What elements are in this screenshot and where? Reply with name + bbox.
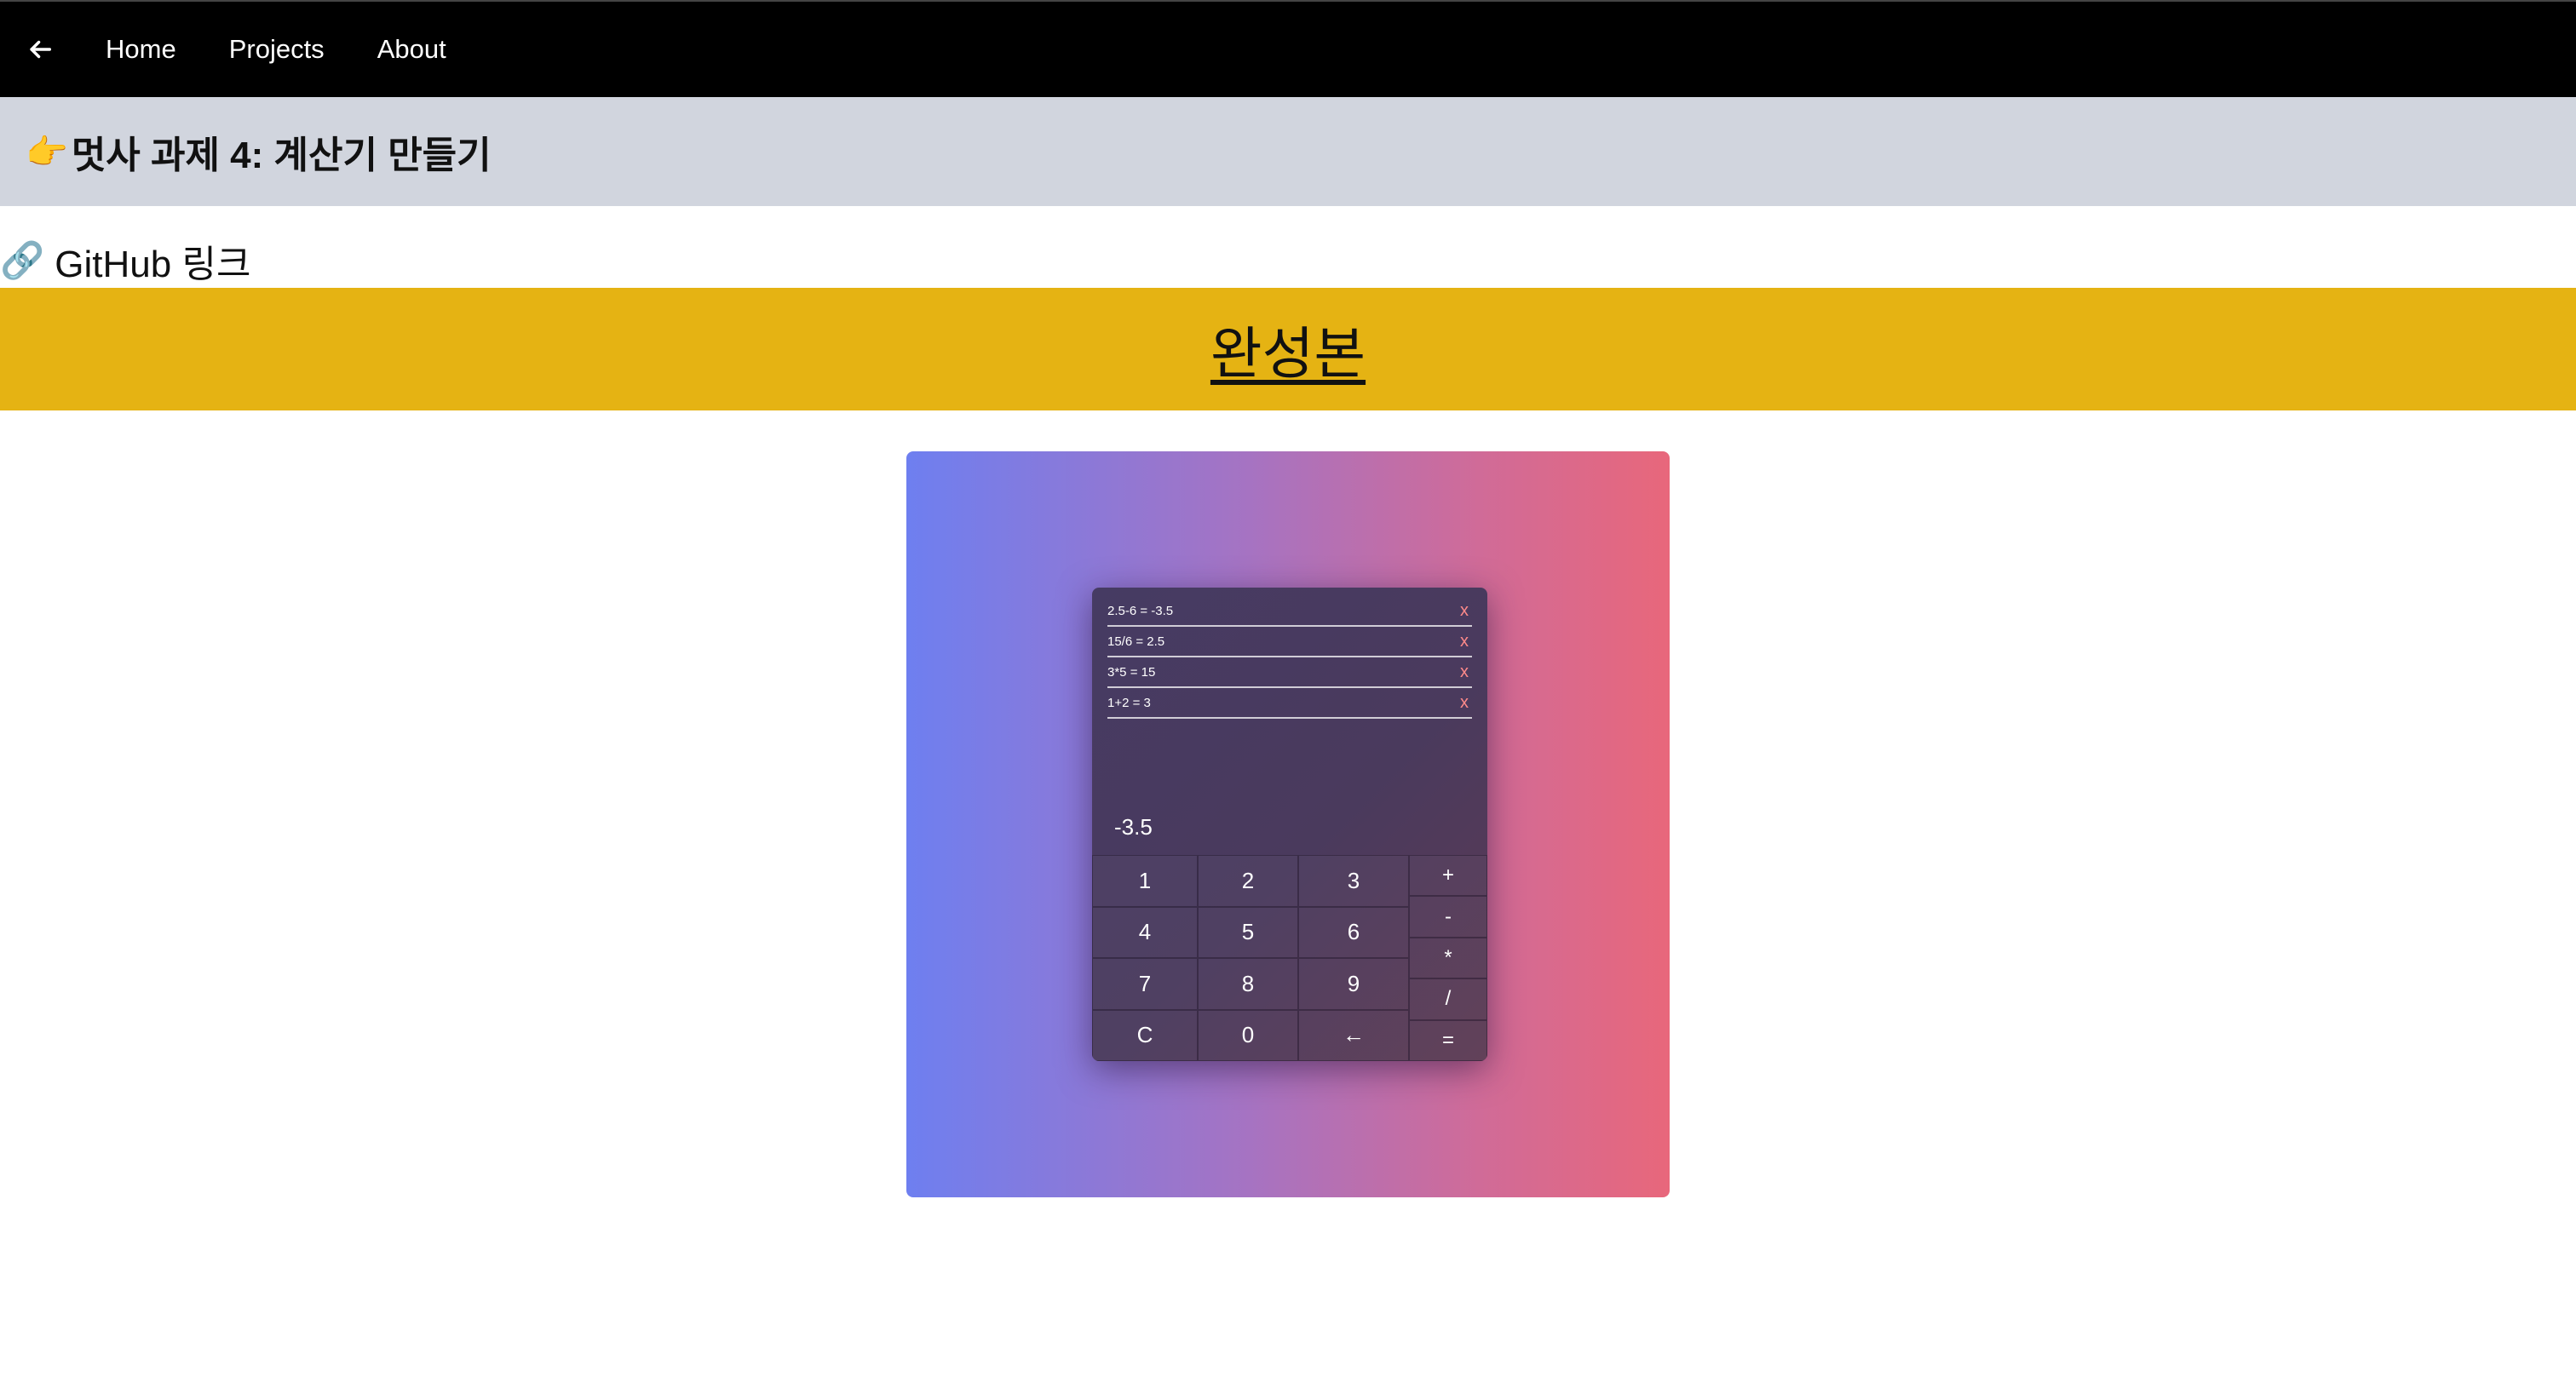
history-expression: 2.5-6 = -3.5 bbox=[1107, 603, 1174, 618]
delete-history-button[interactable]: x bbox=[1460, 632, 1472, 651]
history-item: 1+2 = 3 x bbox=[1107, 688, 1472, 719]
link-icon: 🔗 bbox=[0, 239, 45, 280]
key-5[interactable]: 5 bbox=[1198, 906, 1298, 958]
divide-button[interactable]: / bbox=[1409, 978, 1487, 1020]
key-9[interactable]: 9 bbox=[1298, 958, 1409, 1010]
key-0[interactable]: 0 bbox=[1198, 1009, 1298, 1061]
key-8[interactable]: 8 bbox=[1198, 958, 1298, 1010]
history-expression: 15/6 = 2.5 bbox=[1107, 634, 1165, 649]
history-item: 15/6 = 2.5 x bbox=[1107, 627, 1472, 657]
calculator-display: -3.5 bbox=[1114, 814, 1153, 840]
plus-button[interactable]: + bbox=[1409, 855, 1487, 897]
delete-history-button[interactable]: x bbox=[1460, 693, 1472, 713]
key-3[interactable]: 3 bbox=[1298, 855, 1409, 907]
calculator: 2.5-6 = -3.5 x 15/6 = 2.5 x 3*5 = 15 x 1… bbox=[1092, 588, 1487, 1061]
delete-history-button[interactable]: x bbox=[1460, 601, 1472, 621]
page-title-bar: 👉 멋사 과제 4: 계산기 만들기 bbox=[0, 97, 2576, 206]
history-item: 2.5-6 = -3.5 x bbox=[1107, 596, 1472, 627]
minus-button[interactable]: - bbox=[1409, 896, 1487, 938]
key-4[interactable]: 4 bbox=[1092, 906, 1198, 958]
page-title: 멋사 과제 4: 계산기 만들기 bbox=[71, 135, 492, 176]
key-7[interactable]: 7 bbox=[1092, 958, 1198, 1010]
operator-column: + - * / = bbox=[1409, 855, 1487, 1061]
history-expression: 3*5 = 15 bbox=[1107, 664, 1156, 680]
history-item: 3*5 = 15 x bbox=[1107, 657, 1472, 688]
key-6[interactable]: 6 bbox=[1298, 906, 1409, 958]
history-expression: 1+2 = 3 bbox=[1107, 695, 1151, 710]
backspace-button[interactable]: ← bbox=[1298, 1009, 1409, 1061]
keypad: 1 2 3 4 5 6 7 8 9 C 0 ← + - * / = bbox=[1092, 855, 1487, 1061]
result-banner: 완성본 bbox=[0, 288, 2576, 410]
history-list: 2.5-6 = -3.5 x 15/6 = 2.5 x 3*5 = 15 x 1… bbox=[1107, 596, 1472, 719]
key-1[interactable]: 1 bbox=[1092, 855, 1198, 907]
clear-button[interactable]: C bbox=[1092, 1009, 1198, 1061]
nav-about-link[interactable]: About bbox=[377, 34, 446, 65]
github-link-label: GitHub 링크 bbox=[55, 244, 251, 285]
key-2[interactable]: 2 bbox=[1198, 855, 1298, 907]
multiply-button[interactable]: * bbox=[1409, 937, 1487, 979]
pointing-hand-icon: 👉 bbox=[26, 133, 68, 171]
nav-home-link[interactable]: Home bbox=[106, 34, 176, 65]
calculator-demo-preview: 2.5-6 = -3.5 x 15/6 = 2.5 x 3*5 = 15 x 1… bbox=[906, 451, 1670, 1197]
delete-history-button[interactable]: x bbox=[1460, 663, 1472, 682]
nav-projects-link[interactable]: Projects bbox=[229, 34, 325, 65]
equals-button[interactable]: = bbox=[1409, 1019, 1487, 1061]
arrow-left-icon[interactable] bbox=[26, 35, 55, 64]
top-navbar: Home Projects About bbox=[0, 0, 2576, 97]
banner-link[interactable]: 완성본 bbox=[1210, 308, 1366, 390]
github-link[interactable]: 🔗 GitHub 링크 bbox=[0, 237, 250, 286]
